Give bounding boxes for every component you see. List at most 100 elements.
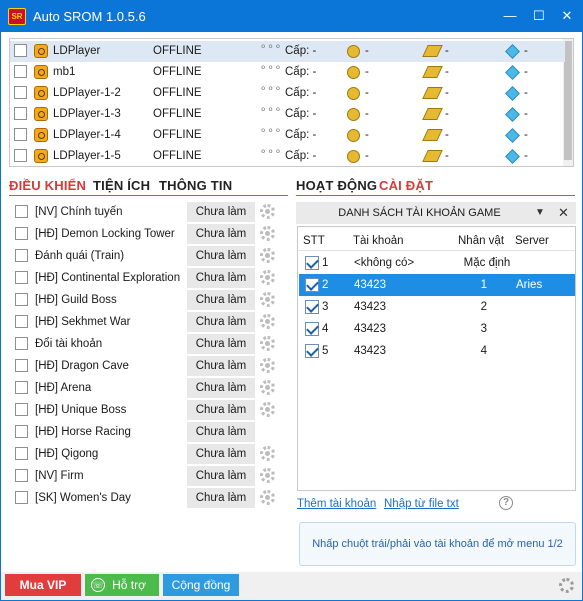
device-status: OFFLINE	[153, 150, 202, 162]
column-header-server[interactable]: Server	[515, 235, 549, 247]
account-stt: 4	[322, 323, 329, 335]
task-checkbox[interactable]	[15, 425, 28, 438]
help-icon[interactable]: ?	[499, 496, 513, 510]
power-value: -	[445, 108, 449, 120]
more-menu-icon[interactable]: ⚬⚬⚬	[259, 63, 282, 74]
task-status-button[interactable]: Chưa làm	[187, 488, 255, 508]
task-checkbox[interactable]	[15, 205, 28, 218]
device-checkbox[interactable]	[14, 107, 27, 120]
device-checkbox[interactable]	[14, 86, 27, 99]
task-status-button[interactable]: Chưa làm	[187, 378, 255, 398]
device-checkbox[interactable]	[14, 44, 27, 57]
import-txt-link[interactable]: Nhập từ file txt	[384, 498, 459, 510]
account-checkbox[interactable]	[305, 322, 319, 336]
device-checkbox[interactable]	[14, 65, 27, 78]
device-checkbox[interactable]	[14, 128, 27, 141]
account-row[interactable]: 5 43423 4	[299, 340, 575, 362]
more-menu-icon[interactable]: ⚬⚬⚬	[259, 126, 282, 137]
task-checkbox[interactable]	[15, 469, 28, 482]
task-status-button[interactable]: Chưa làm	[187, 356, 255, 376]
settings-gear-icon[interactable]	[559, 578, 574, 593]
account-checkbox[interactable]	[305, 344, 319, 358]
gear-icon[interactable]	[260, 402, 275, 417]
close-button[interactable]: ✕	[555, 5, 579, 27]
scrollbar-thumb[interactable]	[564, 41, 572, 160]
task-status-button[interactable]: Chưa làm	[187, 246, 255, 266]
task-status-button[interactable]: Chưa làm	[187, 422, 255, 442]
task-status-button[interactable]: Chưa làm	[187, 202, 255, 222]
task-status-button[interactable]: Chưa làm	[187, 334, 255, 354]
device-row[interactable]: LDPlayer OFFLINE ⚬⚬⚬ Cấp: - - - -	[10, 41, 565, 62]
maximize-button[interactable]: ☐	[527, 5, 551, 27]
device-row[interactable]: LDPlayer-1-4 OFFLINE ⚬⚬⚬ Cấp: - - - -	[10, 125, 565, 146]
account-row[interactable]: 4 43423 3	[299, 318, 575, 340]
account-checkbox[interactable]	[305, 256, 319, 270]
gear-icon[interactable]	[260, 270, 275, 285]
device-row[interactable]: LDPlayer-1-5 OFFLINE ⚬⚬⚬ Cấp: - - - -	[10, 146, 565, 166]
more-menu-icon[interactable]: ⚬⚬⚬	[259, 84, 282, 95]
gear-icon[interactable]	[260, 468, 275, 483]
task-status-button[interactable]: Chưa làm	[187, 466, 255, 486]
column-header-character[interactable]: Nhân vật	[458, 235, 504, 247]
task-checkbox[interactable]	[15, 381, 28, 394]
task-checkbox[interactable]	[15, 403, 28, 416]
account-row[interactable]: 3 43423 2	[299, 296, 575, 318]
task-checkbox[interactable]	[15, 315, 28, 328]
gear-icon[interactable]	[260, 446, 275, 461]
account-checkbox[interactable]	[305, 278, 319, 292]
chevron-down-icon[interactable]: ▼	[535, 202, 545, 224]
gear-icon[interactable]	[260, 248, 275, 263]
task-checkbox[interactable]	[15, 447, 28, 460]
device-row[interactable]: LDPlayer-1-2 OFFLINE ⚬⚬⚬ Cấp: - - - -	[10, 83, 565, 104]
device-checkbox[interactable]	[14, 149, 27, 162]
gear-icon[interactable]	[260, 358, 275, 373]
task-checkbox[interactable]	[15, 249, 28, 262]
tab-hoat-dong[interactable]: HOẠT ĐỘNG	[296, 178, 377, 193]
gear-icon[interactable]	[260, 380, 275, 395]
gear-icon[interactable]	[260, 204, 275, 219]
community-button[interactable]: Cộng đồng	[163, 574, 239, 596]
support-button[interactable]: ☏ Hỗ trợ	[85, 574, 159, 596]
device-row[interactable]: LDPlayer-1-3 OFFLINE ⚬⚬⚬ Cấp: - - - -	[10, 104, 565, 125]
task-checkbox[interactable]	[15, 337, 28, 350]
task-status-button[interactable]: Chưa làm	[187, 400, 255, 420]
task-row: [NV] Chính tuyến Chưa làm	[15, 202, 285, 224]
more-menu-icon[interactable]: ⚬⚬⚬	[259, 147, 282, 158]
account-checkbox[interactable]	[305, 300, 319, 314]
task-checkbox[interactable]	[15, 271, 28, 284]
app-logo: SR	[8, 8, 26, 25]
column-header-stt[interactable]: STT	[303, 235, 325, 247]
account-row[interactable]: 1 <không có> Mặc định	[299, 252, 575, 274]
task-checkbox[interactable]	[15, 359, 28, 372]
task-label: Đổi tài khoản	[35, 338, 103, 350]
power-icon	[422, 66, 443, 78]
task-status-button[interactable]: Chưa làm	[187, 268, 255, 288]
column-header-account[interactable]: Tài khoản	[353, 235, 404, 247]
gear-icon[interactable]	[260, 226, 275, 241]
tab-thong-tin[interactable]: THÔNG TIN	[159, 178, 232, 193]
tab-tien-ich[interactable]: TIỆN ÍCH	[93, 178, 150, 193]
minimize-button[interactable]: —	[498, 5, 522, 27]
gear-icon[interactable]	[260, 292, 275, 307]
buy-vip-button[interactable]: Mua VIP	[5, 574, 81, 596]
tab-dieu-khien[interactable]: ĐIỀU KHIỂN	[9, 178, 86, 193]
task-status-button[interactable]: Chưa làm	[187, 312, 255, 332]
account-row[interactable]: 2 43423 1 Aries	[299, 274, 575, 296]
task-status-button[interactable]: Chưa làm	[187, 224, 255, 244]
task-checkbox[interactable]	[15, 293, 28, 306]
task-status-button[interactable]: Chưa làm	[187, 444, 255, 464]
close-icon[interactable]: ✕	[558, 202, 569, 224]
gear-icon[interactable]	[260, 490, 275, 505]
more-menu-icon[interactable]: ⚬⚬⚬	[259, 42, 282, 53]
gem-value: -	[524, 150, 528, 162]
more-menu-icon[interactable]: ⚬⚬⚬	[259, 105, 282, 116]
tab-cai-dat[interactable]: CÀI ĐẶT	[379, 178, 433, 193]
task-checkbox[interactable]	[15, 491, 28, 504]
gear-icon[interactable]	[260, 336, 275, 351]
task-status-button[interactable]: Chưa làm	[187, 290, 255, 310]
task-checkbox[interactable]	[15, 227, 28, 240]
add-account-link[interactable]: Thêm tài khoản	[297, 498, 376, 510]
gold-value: -	[365, 108, 369, 120]
device-row[interactable]: mb1 OFFLINE ⚬⚬⚬ Cấp: - - - -	[10, 62, 565, 83]
gear-icon[interactable]	[260, 314, 275, 329]
